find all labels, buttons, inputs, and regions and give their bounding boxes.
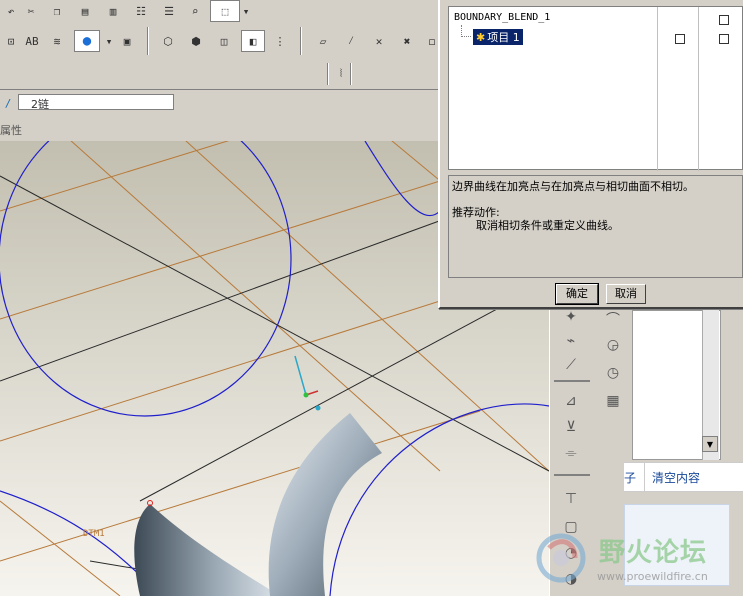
item-tree[interactable]: BOUNDARY_BLEND_1 ✱ 项目 1 bbox=[448, 6, 743, 171]
hole-icon[interactable]: ⊤ bbox=[558, 488, 584, 510]
datum-plane-display-icon[interactable]: ▱ bbox=[310, 30, 336, 52]
main-toolbar-row-1: ↶ ✂ ❐ ▤ ▥ ☷ ☰ ⌕ ⬚ ▾ bbox=[0, 0, 443, 24]
toolbar-separator bbox=[147, 27, 149, 55]
toolbar-separator bbox=[327, 63, 329, 85]
toolbar-separator bbox=[554, 380, 590, 382]
grid-icon[interactable]: ▦ bbox=[600, 390, 626, 412]
offset-icon[interactable]: ⊿ bbox=[558, 390, 584, 412]
message-area: 边界曲线在加亮点与在加亮点与相切曲面不相切。 推荐动作: 取消相切条件或重定义曲… bbox=[448, 175, 743, 278]
tab-properties[interactable]: 属性 bbox=[0, 122, 22, 138]
shade-icon[interactable]: ● bbox=[74, 30, 100, 52]
round-icon[interactable]: ⌒ bbox=[600, 308, 626, 330]
item-marker-icon: ✱ bbox=[476, 31, 486, 44]
curve-chain-icon[interactable]: / bbox=[0, 92, 16, 114]
item-note-checkbox[interactable] bbox=[675, 34, 685, 44]
side-panel-tabs: 子 清空内容 bbox=[624, 462, 743, 492]
hidden-line-icon[interactable]: ⬢ bbox=[185, 30, 207, 52]
troubleshooter-dialog: 注解 忽略 BOUNDARY_BLEND_1 ✱项目 1 边界曲线在加亮点与在加… bbox=[438, 0, 743, 309]
annotation-icon[interactable]: AB bbox=[20, 30, 44, 52]
scroll-down-button[interactable]: ▼ bbox=[702, 436, 718, 452]
tree-root-node[interactable]: BOUNDARY_BLEND_1 bbox=[454, 12, 550, 23]
chain-collector-field[interactable]: 2链 bbox=[18, 94, 174, 111]
message-text: 边界曲线在加亮点与在加亮点与相切曲面不相切。 bbox=[452, 180, 694, 193]
column-divider bbox=[657, 7, 658, 171]
extend-icon[interactable]: ⟋ bbox=[558, 354, 584, 376]
datum-label: DTM1 bbox=[83, 529, 105, 539]
tree-item-selected[interactable]: ✱ 项目 1 bbox=[473, 29, 523, 45]
paste-special-icon[interactable]: ▥ bbox=[102, 0, 124, 22]
undo-icon[interactable]: ↶ bbox=[0, 0, 22, 22]
trim-icon[interactable]: ⌁ bbox=[558, 330, 584, 352]
main-toolbar-row-2: ⊡ AB ≋ ● ▾ ▣ ⬡ ⬢ ◫ ◧ ⋮ ▱ ⁄ ✕ ✖ ◻ bbox=[0, 23, 443, 60]
watermark-title: 野火论坛 bbox=[599, 538, 708, 568]
no-hidden-icon[interactable]: ◫ bbox=[213, 30, 235, 52]
feature-toolbar-vertical-2: ⌒ ◶ ◷ ▦ bbox=[594, 300, 632, 430]
datum-point-icon[interactable]: ✕ bbox=[366, 30, 392, 52]
model-tree-icon[interactable]: ☷ bbox=[130, 0, 152, 22]
chamfer-icon[interactable]: ◶ bbox=[600, 334, 626, 356]
recommended-action-label: 推荐动作: bbox=[452, 206, 500, 219]
cut-icon[interactable]: ✂ bbox=[20, 0, 42, 22]
ok-button[interactable]: 确定 bbox=[555, 283, 599, 305]
feature-dashboard: / 2链 属性 bbox=[0, 89, 443, 142]
watermark-url: www.proewildfire.cn bbox=[597, 570, 708, 583]
pattern-icon[interactable]: ◷ bbox=[600, 362, 626, 384]
datum-plane-icon[interactable]: ⊡ bbox=[0, 30, 22, 52]
item-ignore-checkbox[interactable] bbox=[719, 34, 729, 44]
repaint-icon[interactable]: ▣ bbox=[116, 30, 138, 52]
solidify-icon[interactable]: ⌯ bbox=[558, 442, 584, 464]
column-header-note[interactable]: 注解 bbox=[670, 0, 692, 2]
layer-stack-icon[interactable]: ≋ bbox=[46, 30, 68, 52]
layer-icon[interactable]: ☰ bbox=[158, 0, 180, 22]
column-header-ignore[interactable]: 忽略 bbox=[720, 0, 742, 2]
toolbar-separator bbox=[300, 27, 302, 55]
chevron-down-icon[interactable]: ▾ bbox=[104, 30, 114, 52]
shading-mode-icon[interactable]: ◧ bbox=[241, 30, 265, 52]
tab-divider bbox=[644, 463, 645, 491]
clear-contents-link[interactable]: 清空内容 bbox=[652, 469, 700, 486]
toolbar-separator bbox=[554, 474, 590, 476]
tree-connector bbox=[461, 36, 471, 37]
annotation-label: AB bbox=[25, 34, 39, 48]
csys-icon[interactable]: ✖ bbox=[394, 30, 420, 52]
forum-logo bbox=[536, 533, 586, 583]
select-box-icon[interactable]: ⬚ bbox=[210, 0, 240, 22]
watermark: 野火论坛 www.proewildfire.cn bbox=[527, 522, 743, 596]
copy-icon[interactable]: ❐ bbox=[46, 0, 68, 22]
column-divider bbox=[698, 7, 699, 171]
main-toolbar-row-3: ⦚ bbox=[0, 59, 443, 89]
pause-icon[interactable]: ⦚ bbox=[330, 63, 352, 85]
chevron-down-icon[interactable]: ▾ bbox=[240, 0, 252, 22]
orient-icon[interactable]: ⋮ bbox=[269, 30, 291, 52]
toolbar-separator bbox=[350, 63, 352, 85]
cancel-button[interactable]: 取消 bbox=[606, 284, 646, 304]
thicken-icon[interactable]: ⊻ bbox=[558, 416, 584, 438]
datum-axis-icon[interactable]: ⁄ bbox=[338, 30, 364, 52]
tree-item-label: 项目 1 bbox=[487, 31, 520, 44]
merge-icon[interactable]: ✦ bbox=[558, 306, 584, 328]
tab-partial[interactable]: 子 bbox=[624, 469, 636, 486]
root-ignore-checkbox[interactable] bbox=[719, 15, 729, 25]
find-icon[interactable]: ⌕ bbox=[184, 0, 206, 22]
wireframe-icon[interactable]: ⬡ bbox=[157, 30, 179, 52]
paste-icon[interactable]: ▤ bbox=[74, 0, 96, 22]
recommended-action-text: 取消相切条件或重定义曲线。 bbox=[476, 219, 619, 232]
